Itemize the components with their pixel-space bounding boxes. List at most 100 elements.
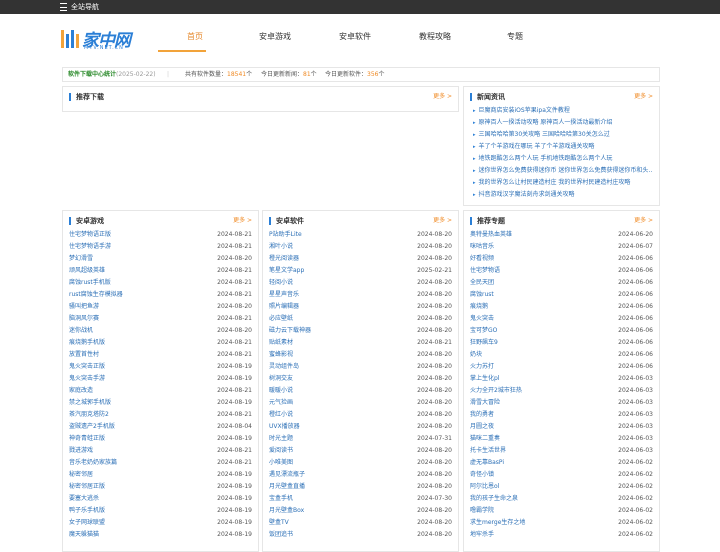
list-item-title[interactable]: 宝可梦GO [470, 325, 497, 337]
news-item[interactable]: 巨魔商店安装iOS苹果ipa文件教程 [473, 105, 653, 117]
list-item-title[interactable]: 求生merge生存之地 [470, 517, 525, 529]
list-item-title[interactable]: 轻阅小说 [269, 277, 293, 289]
list-item-title[interactable]: 元气捡画 [269, 397, 293, 409]
list-item[interactable]: 磁力云下载神器 2024-08-20 [269, 325, 452, 337]
list-item-title[interactable]: 爱阅读书 [269, 445, 293, 457]
list-item-title[interactable]: 要塞大逃杀 [69, 493, 99, 505]
list-item-title[interactable]: 必应壁纸 [269, 313, 293, 325]
list-item[interactable]: 茶汽朋克塔防2 2024-08-21 [69, 409, 252, 421]
list-item[interactable]: 脑洞风尔赛 2024-08-21 [69, 313, 252, 325]
list-item-title[interactable]: 猫咪二重奏 [470, 433, 500, 445]
list-item[interactable]: 阿尔比恩ol 2024-06-02 [470, 481, 653, 493]
list-item[interactable]: 腐蚀rust手机版 2024-08-21 [69, 277, 252, 289]
list-item-title[interactable]: 奥特曼热血英雄 [470, 229, 512, 241]
list-item-title[interactable]: 音乐老奶奶家族篇 [69, 457, 117, 469]
list-item-title[interactable]: 全民天团 [470, 277, 494, 289]
list-item-title[interactable]: 住宅梦物语正版 [69, 229, 111, 241]
list-item-title[interactable]: 星星声音乐 [269, 289, 299, 301]
list-item-title[interactable]: 暖暖小说 [269, 385, 293, 397]
list-item-title[interactable]: 住宅梦物语手游 [69, 241, 111, 253]
news-item[interactable]: 三国哈哈哈第30关攻略 三国哈哈哈第30关怎么过 [473, 129, 653, 141]
list-item[interactable]: 咪咕音乐 2024-06-07 [470, 241, 653, 253]
list-item[interactable]: 必应壁纸 2024-08-20 [269, 313, 452, 325]
list-item-title[interactable]: 梦幻滑雪 [69, 253, 93, 265]
list-item[interactable]: 饭团追书 2024-08-20 [269, 529, 452, 541]
list-item-title[interactable]: 鸭子乐手机版 [69, 505, 105, 517]
list-item-title[interactable]: 遇见漂流瓶子 [269, 469, 305, 481]
list-item[interactable]: 痕烧鹅手机版 2024-08-21 [69, 337, 252, 349]
list-item-title[interactable]: 笔星文学app [269, 265, 304, 277]
list-item[interactable]: 禁之城郭手机版 2024-08-19 [69, 397, 252, 409]
list-item[interactable]: 迷你战机 2024-08-20 [69, 325, 252, 337]
list-item[interactable]: 我的勇者 2024-06-03 [470, 409, 653, 421]
list-item-title[interactable]: 顽风超级英雄 [69, 265, 105, 277]
list-item[interactable]: 轻阅小说 2024-08-20 [269, 277, 452, 289]
list-item[interactable]: 猫咪二重奏 2024-06-03 [470, 433, 653, 445]
list-item-title[interactable]: 磁力云下载神器 [269, 325, 311, 337]
list-item-title[interactable]: 魔天躲猫猫 [69, 529, 99, 541]
list-item-title[interactable]: 贴纸素材 [269, 337, 293, 349]
list-item-title[interactable]: 阿尔比恩ol [470, 481, 499, 493]
list-item[interactable]: 壁盒TV 2024-08-20 [269, 517, 452, 529]
list-item-title[interactable]: 家庭改造 [69, 385, 93, 397]
list-item-title[interactable]: 痕烧鹅手机版 [69, 337, 105, 349]
list-item-title[interactable]: 月圆之夜 [470, 421, 494, 433]
list-item-title[interactable]: 湘叶小说 [269, 241, 293, 253]
list-item-title[interactable]: 火力全开2城市狂热 [470, 385, 522, 397]
list-item[interactable]: 盗贼遗产2手机版 2024-08-04 [69, 421, 252, 433]
list-item[interactable]: 梦幻滑雪 2024-08-20 [69, 253, 252, 265]
list-item[interactable]: 我的孩子生命之泉 2024-06-02 [470, 493, 653, 505]
list-item[interactable]: 时光主题 2024-07-31 [269, 433, 452, 445]
list-item[interactable]: 魔天躲猫猫 2024-08-19 [69, 529, 252, 541]
apps-more-link[interactable]: 更多 > [433, 217, 452, 225]
list-item-title[interactable]: 灵动组件岛 [269, 361, 299, 373]
news-item[interactable]: 迷你世界怎么免费获得迷你币 迷你世界怎么免费获得迷你币和头… [473, 165, 653, 177]
list-item-title[interactable]: 奇怪小镇 [470, 469, 494, 481]
list-item-title[interactable]: 火力苏打 [470, 361, 494, 373]
list-item-title[interactable]: 月光壁盒Box [269, 505, 304, 517]
list-item-title[interactable]: 时光主题 [269, 433, 293, 445]
list-item[interactable]: 秘密邻居 2024-08-19 [69, 469, 252, 481]
list-item-title[interactable]: 痕烧鹅 [470, 301, 488, 313]
list-item-title[interactable]: 鬼火突击手游 [69, 373, 105, 385]
nav-android-apps[interactable]: 安卓软件 [315, 14, 395, 64]
list-item[interactable]: 要塞大逃杀 2024-08-19 [69, 493, 252, 505]
list-item-title[interactable]: 奶块 [470, 349, 482, 361]
list-item-title[interactable]: 好看视频 [470, 253, 494, 265]
list-item[interactable]: 火力苏打 2024-06-06 [470, 361, 653, 373]
list-item-title[interactable]: 腐蚀rust手机版 [69, 277, 111, 289]
list-item-title[interactable]: 禁之城郭手机版 [69, 397, 111, 409]
list-item-title[interactable]: 神奇青蛙正版 [69, 433, 105, 445]
list-item-title[interactable]: 橙红小说 [269, 409, 293, 421]
list-item-title[interactable]: 我的勇者 [470, 409, 494, 421]
list-item[interactable]: 奶块 2024-06-06 [470, 349, 653, 361]
list-item[interactable]: rust腐蚀生存模拟器 2024-08-21 [69, 289, 252, 301]
list-item-title[interactable]: 戮进游戏 [69, 445, 93, 457]
list-item-title[interactable]: UVX播放器 [269, 421, 300, 433]
list-item-title[interactable]: 宝盒手机 [269, 493, 293, 505]
list-item[interactable]: 戮进游戏 2024-08-21 [69, 445, 252, 457]
list-item[interactable]: 全民天团 2024-06-06 [470, 277, 653, 289]
list-item[interactable]: 顽风超级英雄 2024-08-21 [69, 265, 252, 277]
list-item-title[interactable]: 虚无靠BasPi [470, 457, 504, 469]
list-item[interactable]: 星星声音乐 2024-08-20 [269, 289, 452, 301]
list-item[interactable]: 住宅梦物语手游 2024-08-21 [69, 241, 252, 253]
list-item[interactable]: 女子网球联盟 2024-08-19 [69, 517, 252, 529]
topics-more-link[interactable]: 更多 > [634, 217, 653, 225]
list-item-title[interactable]: 树洞交友 [269, 373, 293, 385]
list-item-title[interactable]: 秘密邻居正版 [69, 481, 105, 493]
list-item[interactable]: 托卡生活世界 2024-06-03 [470, 445, 653, 457]
list-item-title[interactable]: 迷你战机 [69, 325, 93, 337]
news-item[interactable]: 原神百人一揆活动攻略 原神百人一揆活动最新介绍 [473, 117, 653, 129]
list-item-title[interactable]: 照片编辑器 [269, 301, 299, 313]
list-item[interactable]: 橙光阅读器 2024-08-20 [269, 253, 452, 265]
news-item[interactable]: 羊了个羊游戏在哪玩 羊了个羊游戏通关攻略 [473, 141, 653, 153]
list-item[interactable]: P站助手Lite 2024-08-20 [269, 229, 452, 241]
news-more-link[interactable]: 更多 > [634, 93, 653, 101]
list-item[interactable]: 鬼火突击正版 2024-08-19 [69, 361, 252, 373]
list-item-title[interactable]: 掌上生化pl [470, 373, 499, 385]
nav-guides[interactable]: 教程攻略 [395, 14, 475, 64]
list-item-title[interactable]: 噜霸学院 [470, 505, 494, 517]
list-item[interactable]: 暖暖小说 2024-08-20 [269, 385, 452, 397]
list-item-title[interactable]: 鬼火突击 [470, 313, 494, 325]
